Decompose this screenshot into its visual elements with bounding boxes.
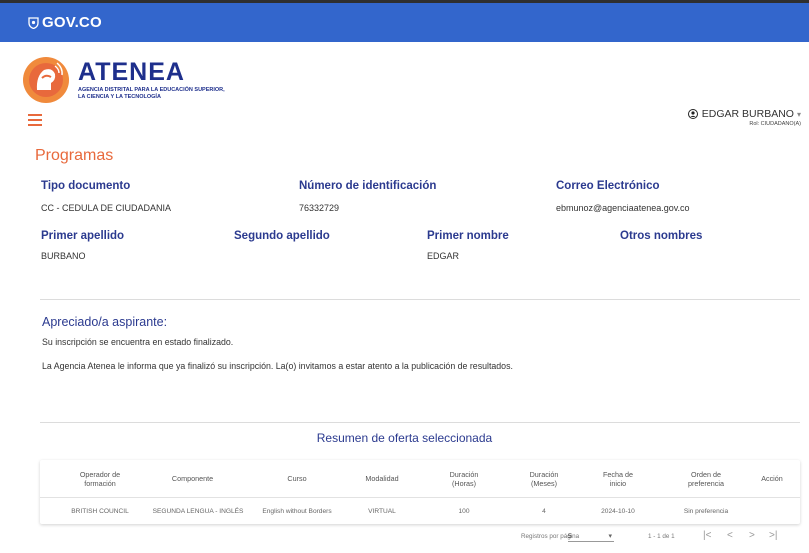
numero-identificacion-value: 76332729 <box>299 203 340 213</box>
col-header-componente: Componente <box>171 474 214 483</box>
segundo-apellido-label: Segundo apellido <box>234 230 330 242</box>
cell-curso: English without Borders <box>262 508 332 515</box>
divider <box>40 299 800 300</box>
chevron-down-icon: ▾ <box>796 109 801 119</box>
cell-duracion-horas: 100 <box>458 508 470 515</box>
tipo-documento-label: Tipo documento <box>41 180 131 192</box>
col-header-duracion-meses: Duración (Meses) <box>529 469 559 488</box>
atenea-emblem-icon <box>23 57 69 103</box>
resumen-title: Resumen de oferta seleccionada <box>316 431 493 445</box>
cell-modalidad: VIRTUAL <box>368 508 396 515</box>
first-page-icon[interactable]: |< <box>703 530 711 541</box>
page-size-select[interactable]: 5 ▾ <box>568 530 614 542</box>
user-role: Rol: CIUDADANO(A) <box>749 121 801 127</box>
primer-apellido-value: BURBANO <box>41 251 86 261</box>
user-account-icon <box>687 109 698 119</box>
col-header-fecha-inicio: Fecha de inicio <box>603 469 633 488</box>
brand-name: ATENEA <box>78 58 185 86</box>
page-range: 1 - 1 de 1 <box>648 533 675 540</box>
table-row: BRITISH COUNCIL SEGUNDA LENGUA - INGLÉS … <box>40 499 800 524</box>
cell-duracion-meses: 4 <box>542 508 546 515</box>
primer-nombre-label: Primer nombre <box>427 230 509 242</box>
chevron-down-icon: ▾ <box>608 533 612 540</box>
table-header-row: Operador de formación Componente Curso M… <box>40 460 800 498</box>
page-size-value: 5 <box>568 533 572 540</box>
gov-bar: GOV.CO <box>0 0 809 42</box>
correo-label: Correo Electrónico <box>556 180 660 192</box>
colombia-shield-icon <box>28 16 39 29</box>
prev-page-icon[interactable]: < <box>727 530 733 541</box>
page-title: Programas <box>35 147 114 164</box>
user-menu[interactable]: EDGAR BURBANO ▾ Rol: CIUDADANO(A) <box>687 108 801 127</box>
gov-logo[interactable]: GOV.CO <box>28 14 102 31</box>
col-header-duracion-horas: Duración (Horas) <box>449 469 479 488</box>
table-paginator: Registros por página 5 ▾ 1 - 1 de 1 |< <… <box>0 530 809 544</box>
divider <box>40 422 800 423</box>
offer-summary-table: Operador de formación Componente Curso M… <box>40 460 800 524</box>
col-header-operador: Operador de formación <box>79 469 121 488</box>
tipo-documento-value: CC - CEDULA DE CIUDADANIA <box>41 203 172 213</box>
gov-logo-text: GOV.CO <box>42 14 102 31</box>
atenea-logo[interactable]: ATENEA AGENCIA DISTRITAL PARA LA EDUCACI… <box>22 56 228 104</box>
numero-identificacion-label: Número de identificación <box>299 180 437 192</box>
next-page-icon[interactable]: > <box>749 530 755 541</box>
notice-title: Apreciado/a aspirante: <box>42 315 168 329</box>
col-header-accion: Acción <box>761 474 783 483</box>
notice-status-text: Su inscripción se encuentra en estado fi… <box>42 337 234 347</box>
otros-nombres-label: Otros nombres <box>620 230 703 242</box>
brand-subtitle: AGENCIA DISTRITAL PARA LA EDUCACIÓN SUPE… <box>78 87 225 100</box>
col-header-curso: Curso <box>287 474 307 483</box>
col-header-orden-preferencia: Orden de preferencia <box>688 469 724 488</box>
col-header-modalidad: Modalidad <box>365 474 399 483</box>
cell-orden-preferencia: Sin preferencia <box>683 508 729 515</box>
menu-hamburger-icon[interactable] <box>28 114 42 126</box>
notice-info-text: La Agencia Atenea le informa que ya fina… <box>42 361 513 371</box>
cell-operador: BRITISH COUNCIL <box>71 508 129 515</box>
primer-apellido-label: Primer apellido <box>41 230 125 242</box>
last-page-icon[interactable]: >| <box>769 530 777 541</box>
user-name: EDGAR BURBANO <box>701 108 794 120</box>
primer-nombre-value: EDGAR <box>427 251 460 261</box>
cell-fecha-inicio: 2024-10-10 <box>601 508 635 515</box>
correo-value: ebmunoz@agenciaatenea.gov.co <box>556 203 690 213</box>
app-header: ATENEA AGENCIA DISTRITAL PARA LA EDUCACI… <box>0 42 809 137</box>
cell-componente: SEGUNDA LENGUA - INGLÉS <box>152 508 244 515</box>
